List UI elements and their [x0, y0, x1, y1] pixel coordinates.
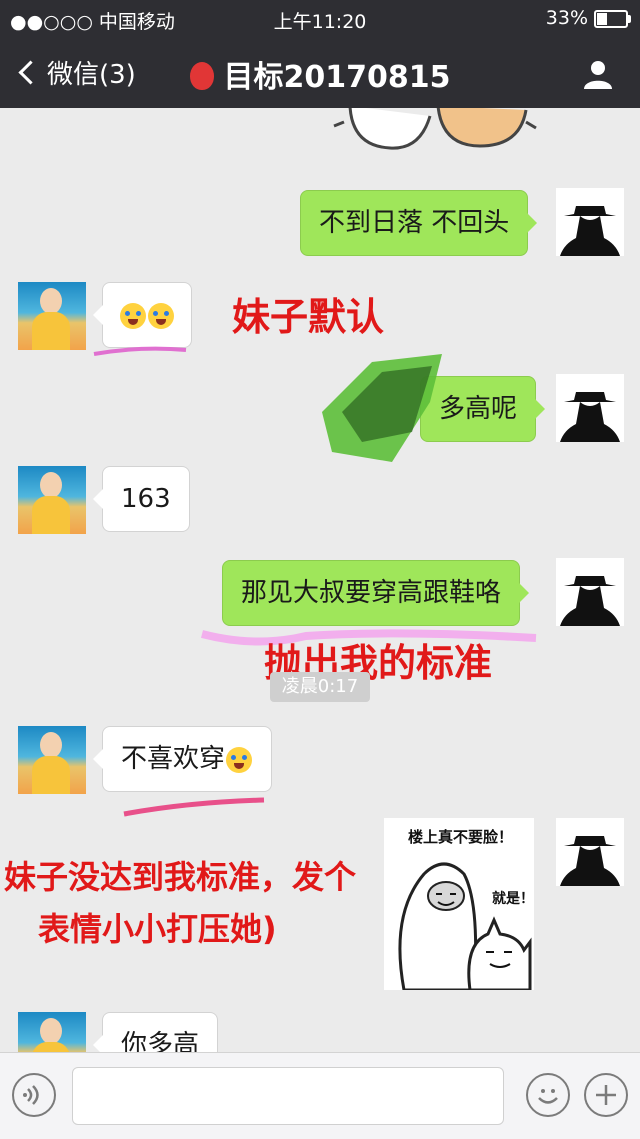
censor-scribble — [322, 354, 442, 462]
underline-scribble — [93, 346, 187, 356]
crying-face-icon — [226, 746, 253, 773]
more-button[interactable] — [584, 1073, 628, 1117]
annotation-text: 妹子默认 — [232, 295, 385, 339]
message-bubble-in[interactable] — [93, 282, 192, 348]
chat-title-text: 目标20170815 — [223, 60, 451, 95]
message-bubble-out[interactable]: 不到日落 不回头 — [300, 190, 538, 256]
emoji-button[interactable] — [526, 1073, 570, 1117]
message-bubble-in[interactable]: 163 — [93, 466, 190, 532]
nav-bar: 微信(3) 目标20170815 — [0, 36, 640, 108]
underline-scribble — [123, 797, 265, 817]
contact-profile-icon[interactable] — [582, 58, 614, 90]
smiley-icon — [538, 1089, 558, 1104]
my-avatar[interactable] — [556, 188, 624, 256]
my-avatar[interactable] — [556, 558, 624, 626]
annotation-text: 妹子没达到我标准，发个 — [4, 858, 357, 896]
my-avatar[interactable] — [556, 374, 624, 442]
timestamp-divider: 凌晨0:17 — [270, 672, 370, 702]
status-time: 上午11:20 — [273, 11, 367, 33]
chat-title: 目标20170815 — [0, 52, 640, 96]
sticker-top-text: 楼上真不要脸！ — [408, 828, 514, 846]
contact-avatar[interactable] — [18, 466, 86, 534]
plus-icon — [596, 1085, 616, 1105]
battery-icon — [594, 10, 631, 28]
annotation-text: 表情小小打压她) — [38, 910, 277, 948]
message-bubble-in[interactable]: 不喜欢穿 — [92, 726, 273, 792]
my-avatar[interactable] — [556, 818, 624, 886]
balloon-icon — [189, 61, 214, 90]
sticker-image[interactable]: 楼上真不要脸！ 就是！ — [384, 818, 534, 990]
input-toolbar — [0, 1052, 640, 1139]
contact-avatar[interactable] — [18, 282, 86, 350]
sticker-partial — [333, 108, 537, 150]
voice-toggle-button[interactable] — [12, 1073, 56, 1117]
contact-avatar[interactable] — [18, 726, 86, 794]
meme-face-icon — [398, 862, 532, 990]
contact-avatar[interactable] — [18, 1012, 86, 1052]
crying-face-icon — [148, 302, 174, 329]
crying-face-icon — [120, 302, 146, 329]
voice-icon — [23, 1085, 39, 1105]
message-input[interactable] — [72, 1067, 504, 1125]
message-bubble-in[interactable]: 你多高 — [92, 1012, 219, 1052]
chat-area[interactable]: 不到日落 不回头 妹子默认 多高呢 163 那见大叔要穿高跟鞋咯 抛出我的标准 … — [0, 108, 640, 1052]
status-bar: ●●○○○ 中国移动 上午11:20 33% — [0, 0, 640, 36]
battery-percent: 33% — [545, 7, 588, 29]
